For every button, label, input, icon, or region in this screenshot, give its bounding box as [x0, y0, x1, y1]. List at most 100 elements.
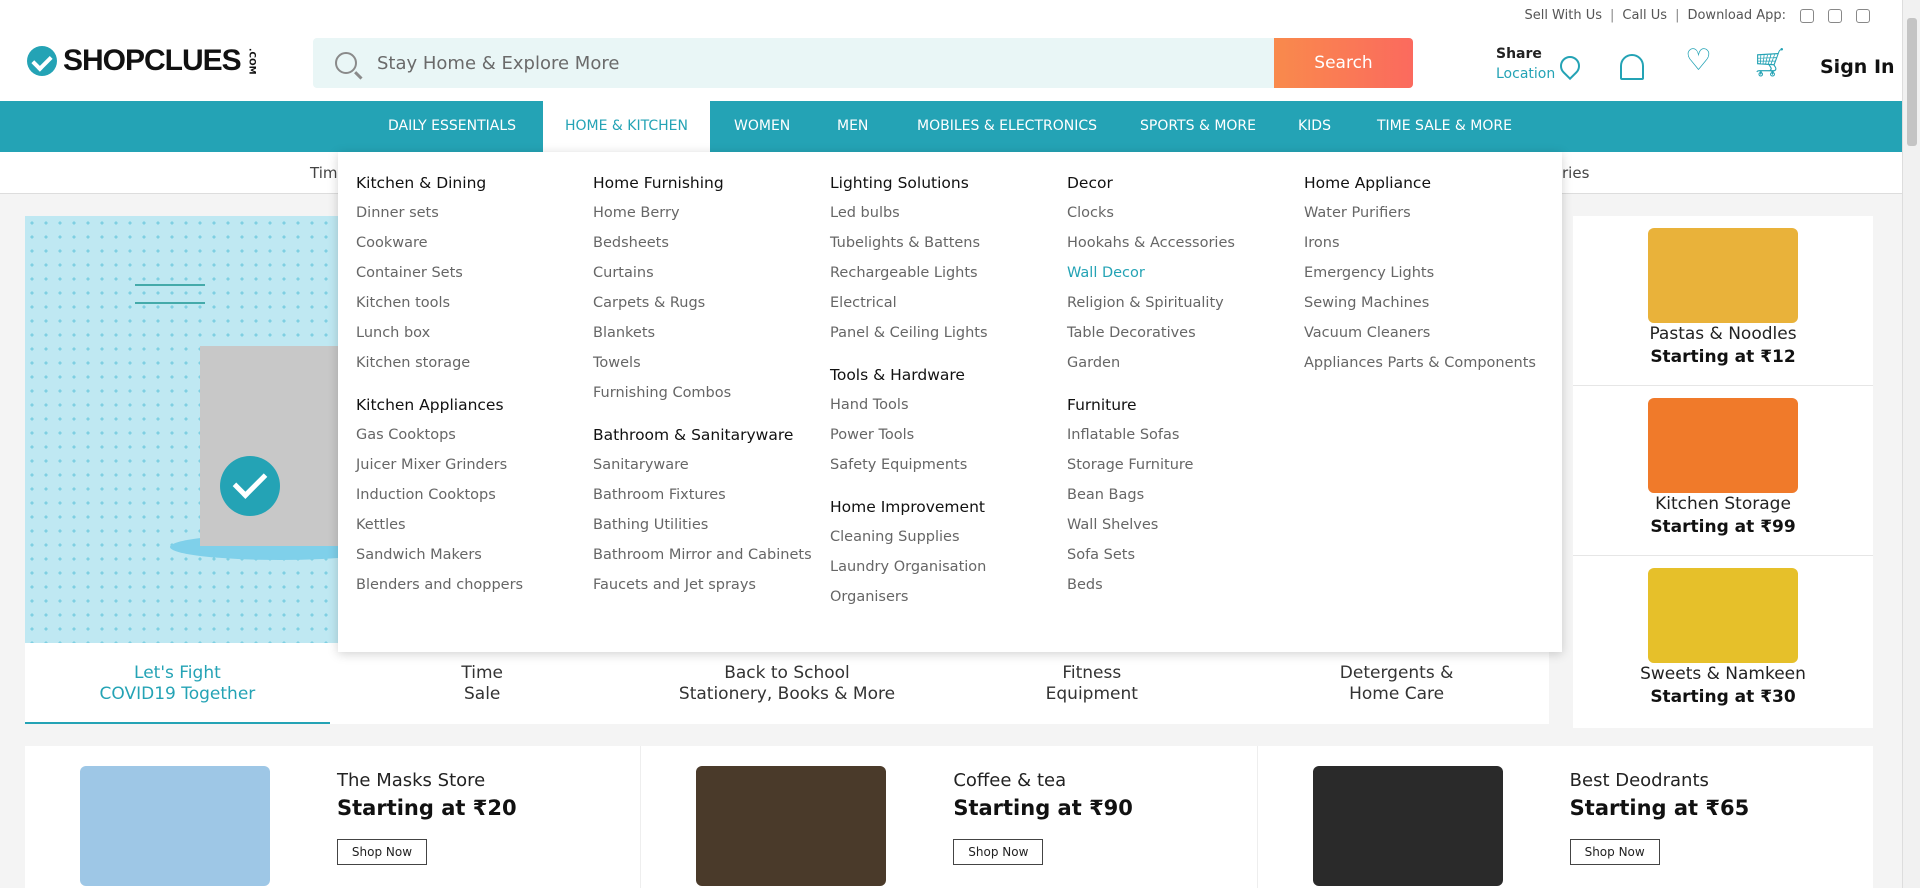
menu-link-bathing-utilities[interactable]: Bathing Utilities: [593, 515, 823, 545]
page-scrollbar[interactable]: [1902, 0, 1920, 888]
menu-link-clocks[interactable]: Clocks: [1067, 203, 1297, 233]
menu-heading-kitchen-appliances[interactable]: Kitchen Appliances: [356, 396, 586, 416]
menu-link-faucets-and-jet-sprays[interactable]: Faucets and Jet sprays: [593, 575, 823, 605]
menu-link-kettles[interactable]: Kettles: [356, 515, 586, 545]
menu-link-lunch-box[interactable]: Lunch box: [356, 323, 586, 353]
location-pin-icon[interactable]: [1555, 51, 1585, 81]
sign-in-link[interactable]: Sign In: [1820, 56, 1895, 78]
shopclues-logo[interactable]: SHOPCLUES .COM: [27, 44, 257, 78]
sell-with-us-link[interactable]: Sell With Us: [1524, 8, 1602, 23]
menu-link-led-bulbs[interactable]: Led bulbs: [830, 203, 1060, 233]
menu-link-table-decoratives[interactable]: Table Decoratives: [1067, 323, 1297, 353]
menu-link-power-tools[interactable]: Power Tools: [830, 425, 1060, 455]
menu-link-towels[interactable]: Towels: [593, 353, 823, 383]
share-location[interactable]: Share Location: [1496, 44, 1555, 84]
deal-card-kitchen-storage[interactable]: Kitchen Storage Starting at ₹99: [1573, 386, 1873, 556]
menu-link-gas-cooktops[interactable]: Gas Cooktops: [356, 425, 586, 455]
promo-masks[interactable]: The Masks Store Starting at ₹20 Shop Now: [25, 746, 642, 888]
menu-link-cleaning-supplies[interactable]: Cleaning Supplies: [830, 527, 1060, 557]
menu-heading-decor[interactable]: Decor: [1067, 174, 1297, 194]
cart-icon[interactable]: 🛒︎: [1752, 48, 1788, 78]
banner-tab-fitness[interactable]: Fitness Equipment: [939, 643, 1244, 724]
menu-link-induction-cooktops[interactable]: Induction Cooktops: [356, 485, 586, 515]
menu-link-rechargeable-lights[interactable]: Rechargeable Lights: [830, 263, 1060, 293]
menu-link-kitchen-tools[interactable]: Kitchen tools: [356, 293, 586, 323]
menu-link-vacuum-cleaners[interactable]: Vacuum Cleaners: [1304, 323, 1534, 353]
menu-link-garden[interactable]: Garden: [1067, 353, 1297, 383]
menu-heading-tools-and-hardware[interactable]: Tools & Hardware: [830, 366, 1060, 386]
menu-link-inflatable-sofas[interactable]: Inflatable Sofas: [1067, 425, 1297, 455]
nav-sports-more[interactable]: SPORTS & MORE: [1118, 101, 1278, 152]
menu-link-blenders-and-choppers[interactable]: Blenders and choppers: [356, 575, 586, 605]
menu-heading-bathroom-and-sanitaryware[interactable]: Bathroom & Sanitaryware: [593, 426, 823, 446]
menu-link-storage-furniture[interactable]: Storage Furniture: [1067, 455, 1297, 485]
menu-heading-furniture[interactable]: Furniture: [1067, 396, 1297, 416]
wishlist-heart-icon[interactable]: ♡: [1685, 46, 1712, 76]
menu-link-furnishing-combos[interactable]: Furnishing Combos: [593, 383, 823, 413]
menu-link-irons[interactable]: Irons: [1304, 233, 1534, 263]
apple-icon[interactable]: [1828, 8, 1842, 23]
search-button[interactable]: Search: [1274, 38, 1413, 88]
notification-bell-icon[interactable]: [1620, 54, 1644, 80]
promo-deodorants[interactable]: Best Deodrants Starting at ₹65 Shop Now: [1258, 746, 1873, 888]
menu-link-beds[interactable]: Beds: [1067, 575, 1297, 605]
menu-link-curtains[interactable]: Curtains: [593, 263, 823, 293]
menu-link-carpets-and-rugs[interactable]: Carpets & Rugs: [593, 293, 823, 323]
menu-heading-home-furnishing[interactable]: Home Furnishing: [593, 174, 823, 194]
menu-link-sandwich-makers[interactable]: Sandwich Makers: [356, 545, 586, 575]
menu-link-home-berry[interactable]: Home Berry: [593, 203, 823, 233]
menu-heading-home-improvement[interactable]: Home Improvement: [830, 498, 1060, 518]
banner-tab-time-sale[interactable]: Time Sale: [330, 643, 635, 724]
menu-link-cookware[interactable]: Cookware: [356, 233, 586, 263]
subnav-left-item[interactable]: Tim: [310, 164, 337, 182]
menu-link-electrical[interactable]: Electrical: [830, 293, 1060, 323]
menu-link-bedsheets[interactable]: Bedsheets: [593, 233, 823, 263]
menu-link-water-purifiers[interactable]: Water Purifiers: [1304, 203, 1534, 233]
banner-tab-detergents[interactable]: Detergents & Home Care: [1244, 643, 1549, 724]
menu-link-hookahs-and-accessories[interactable]: Hookahs & Accessories: [1067, 233, 1297, 263]
shop-now-button[interactable]: Shop Now: [337, 839, 427, 865]
shop-now-button[interactable]: Shop Now: [953, 839, 1044, 865]
menu-link-bathroom-fixtures[interactable]: Bathroom Fixtures: [593, 485, 823, 515]
nav-men[interactable]: MEN: [815, 101, 890, 152]
menu-heading-home-appliance[interactable]: Home Appliance: [1304, 174, 1534, 194]
nav-women[interactable]: WOMEN: [712, 101, 812, 152]
deal-card-sweets[interactable]: Sweets & Namkeen Starting at ₹30: [1573, 556, 1873, 726]
call-us-link[interactable]: Call Us: [1622, 8, 1667, 23]
menu-heading-kitchen-and-dining[interactable]: Kitchen & Dining: [356, 174, 586, 194]
nav-time-sale-more[interactable]: TIME SALE & MORE: [1355, 101, 1534, 152]
shop-now-button[interactable]: Shop Now: [1569, 839, 1660, 865]
android-icon[interactable]: [1800, 8, 1814, 23]
menu-link-hand-tools[interactable]: Hand Tools: [830, 395, 1060, 425]
menu-link-kitchen-storage[interactable]: Kitchen storage: [356, 353, 586, 383]
deal-card-pastas[interactable]: Pastas & Noodles Starting at ₹12: [1573, 216, 1873, 386]
nav-home-kitchen[interactable]: HOME & KITCHEN: [543, 101, 710, 152]
menu-link-wall-decor[interactable]: Wall Decor: [1067, 263, 1297, 293]
menu-link-sofa-sets[interactable]: Sofa Sets: [1067, 545, 1297, 575]
windows-icon[interactable]: [1856, 8, 1870, 23]
menu-link-wall-shelves[interactable]: Wall Shelves: [1067, 515, 1297, 545]
nav-mobiles-electronics[interactable]: MOBILES & ELECTRONICS: [895, 101, 1119, 152]
menu-link-container-sets[interactable]: Container Sets: [356, 263, 586, 293]
menu-link-sewing-machines[interactable]: Sewing Machines: [1304, 293, 1534, 323]
menu-link-appliances-parts-and-components[interactable]: Appliances Parts & Components: [1304, 353, 1536, 383]
menu-link-tubelights-and-battens[interactable]: Tubelights & Battens: [830, 233, 1060, 263]
nav-daily-essentials[interactable]: DAILY ESSENTIALS: [366, 101, 538, 152]
menu-link-blankets[interactable]: Blankets: [593, 323, 823, 353]
menu-link-laundry-organisation[interactable]: Laundry Organisation: [830, 557, 1060, 587]
promo-coffee-tea[interactable]: Coffee & tea Starting at ₹90 Shop Now: [641, 746, 1258, 888]
menu-link-emergency-lights[interactable]: Emergency Lights: [1304, 263, 1534, 293]
menu-link-dinner-sets[interactable]: Dinner sets: [356, 203, 586, 233]
banner-tab-covid[interactable]: Let's Fight COVID19 Together: [25, 643, 330, 724]
search-input[interactable]: [377, 52, 1257, 74]
menu-link-panel-and-ceiling-lights[interactable]: Panel & Ceiling Lights: [830, 323, 1060, 353]
menu-link-sanitaryware[interactable]: Sanitaryware: [593, 455, 823, 485]
menu-heading-lighting-solutions[interactable]: Lighting Solutions: [830, 174, 1060, 194]
menu-link-safety-equipments[interactable]: Safety Equipments: [830, 455, 1060, 485]
menu-link-religion-and-spirituality[interactable]: Religion & Spirituality: [1067, 293, 1297, 323]
menu-link-bathroom-mirror-and-cabinets[interactable]: Bathroom Mirror and Cabinets: [593, 545, 823, 575]
scrollbar-thumb[interactable]: [1907, 18, 1917, 146]
banner-tab-back-to-school[interactable]: Back to School Stationery, Books & More: [635, 643, 940, 724]
menu-link-organisers[interactable]: Organisers: [830, 587, 1060, 617]
menu-link-juicer-mixer-grinders[interactable]: Juicer Mixer Grinders: [356, 455, 586, 485]
